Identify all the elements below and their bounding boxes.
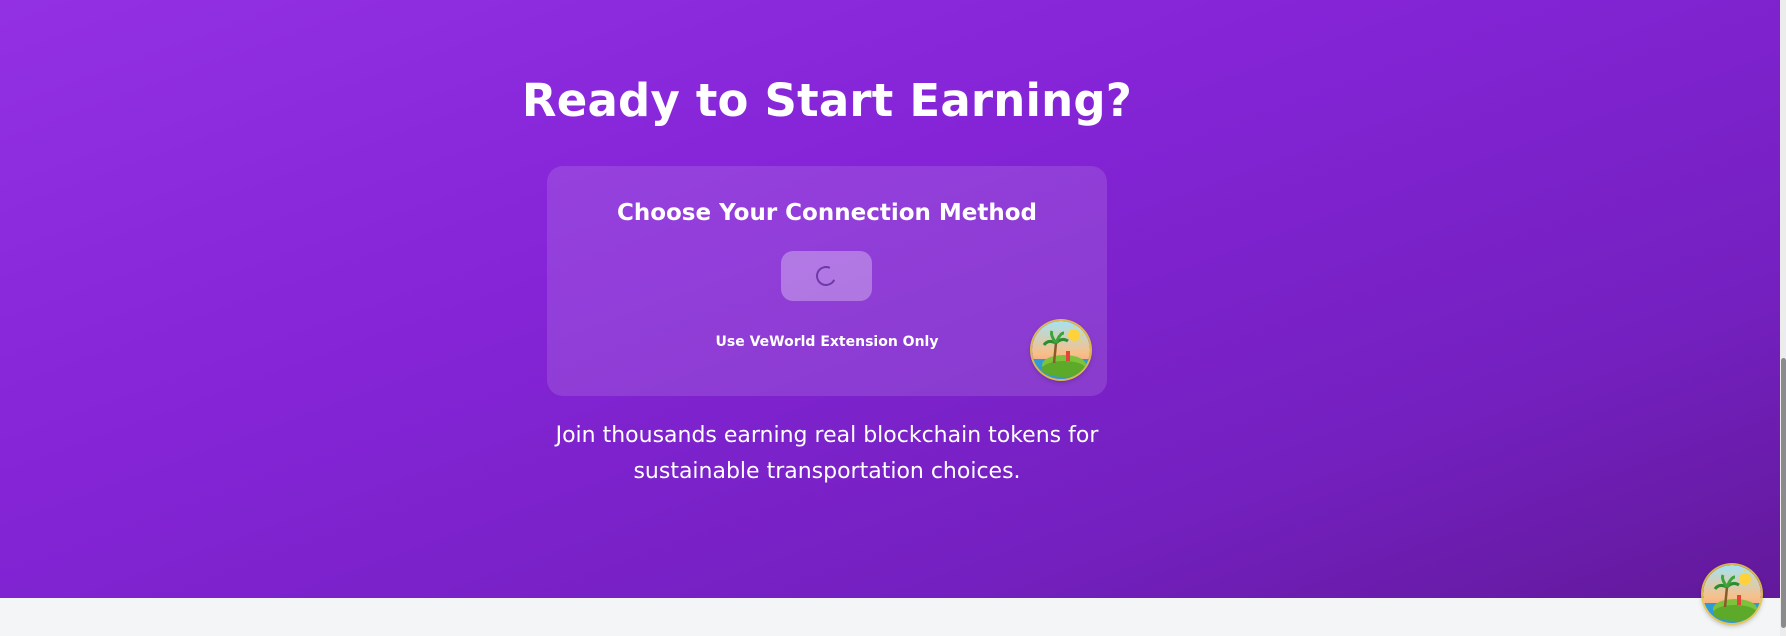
hero-section: Ready to Start Earning? Choose Your Conn… — [0, 0, 1780, 598]
connect-wallet-button[interactable] — [781, 251, 872, 301]
page-scrollbar[interactable] — [1780, 0, 1786, 636]
scrollbar-thumb[interactable] — [1781, 358, 1786, 628]
loading-spinner-icon — [813, 263, 839, 289]
extension-note: Use VeWorld Extension Only — [715, 334, 939, 350]
hero-subtext: Join thousands earning real blockchain t… — [555, 423, 1099, 484]
island-avatar-icon[interactable] — [1703, 565, 1761, 623]
page: Ready to Start Earning? Choose Your Conn… — [0, 0, 1786, 636]
connection-card-title: Choose Your Connection Method — [616, 200, 1038, 226]
connection-card: Choose Your Connection Method Use VeWorl… — [547, 166, 1107, 396]
island-avatar-icon[interactable] — [1032, 321, 1090, 379]
hero-headline: Ready to Start Earning? — [521, 74, 1133, 127]
